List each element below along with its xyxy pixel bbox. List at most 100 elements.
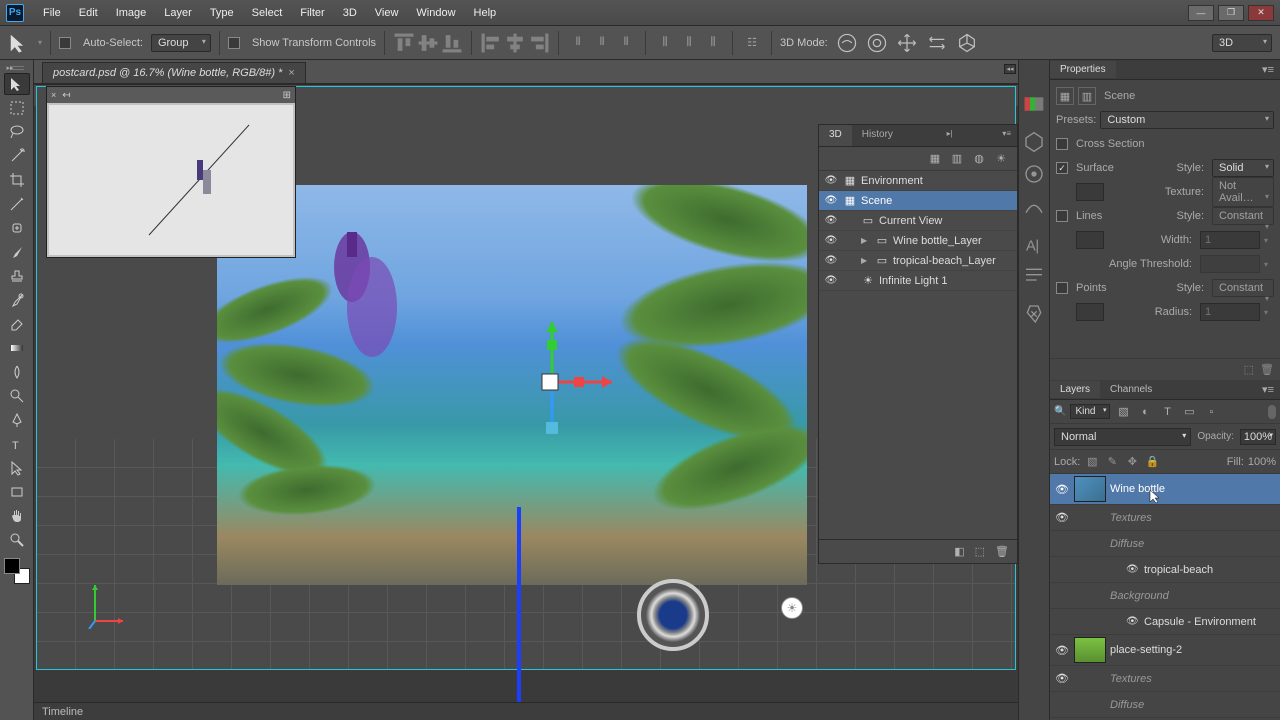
layer-textures-group-2[interactable]: 👁Textures	[1050, 666, 1280, 692]
close-tab-icon[interactable]: ×	[288, 67, 294, 79]
tab-layers[interactable]: Layers	[1050, 381, 1100, 398]
visibility-icon[interactable]: 👁	[823, 195, 839, 206]
visibility-icon[interactable]: 👁	[823, 255, 839, 266]
history-brush-tool[interactable]	[4, 289, 30, 311]
delete-icon[interactable]: 🗑	[995, 545, 1009, 558]
scene-item-tropical-beach[interactable]: 👁▶▭tropical-beach_Layer	[819, 251, 1017, 271]
lines-checkbox[interactable]	[1056, 210, 1068, 222]
menu-select[interactable]: Select	[243, 3, 292, 23]
dock-character-icon[interactable]: A|	[1022, 232, 1046, 256]
3d-rotate-icon[interactable]	[836, 32, 858, 54]
navigator-menu-icon[interactable]: ⊞	[283, 90, 291, 101]
fill-input[interactable]: 100%	[1248, 456, 1276, 468]
tab-3d[interactable]: 3D	[819, 125, 852, 146]
auto-select-dropdown[interactable]: Group	[151, 34, 211, 52]
scene-item-scene[interactable]: 👁▦Scene	[819, 191, 1017, 211]
visibility-icon[interactable]: 👁	[1126, 616, 1138, 627]
width-input[interactable]: 1	[1200, 231, 1260, 249]
dock-styles-icon[interactable]	[1022, 194, 1046, 218]
scene-item-environment[interactable]: 👁▦Environment	[819, 171, 1017, 191]
surface-color-swatch[interactable]	[1076, 183, 1104, 201]
render-settings-icon[interactable]: ⬚	[1244, 363, 1254, 376]
panel-collapse-icon[interactable]: ▸|	[941, 125, 959, 146]
distribute-bottom-icon[interactable]: ⫴	[615, 32, 637, 54]
filter-shape-icon[interactable]: ▭	[1180, 403, 1198, 421]
lock-all-icon[interactable]: 🔒	[1144, 454, 1160, 470]
tab-properties[interactable]: Properties	[1050, 61, 1116, 78]
new-light-icon[interactable]: ◧	[954, 545, 964, 558]
3d-drag-icon[interactable]	[896, 32, 918, 54]
3d-roll-icon[interactable]	[866, 32, 888, 54]
layer-background-group[interactable]: Background	[1050, 583, 1280, 609]
distribute-right-icon[interactable]: ⫼	[702, 32, 724, 54]
angle-input[interactable]	[1200, 255, 1260, 273]
auto-select-checkbox[interactable]	[59, 37, 71, 49]
dock-paragraph-icon[interactable]	[1022, 264, 1046, 288]
menu-image[interactable]: Image	[107, 3, 156, 23]
menu-edit[interactable]: Edit	[70, 3, 107, 23]
filter-mesh-icon[interactable]: ▥	[949, 151, 965, 167]
3d-move-gizmo[interactable]	[502, 312, 622, 452]
visibility-icon[interactable]: 👁	[1054, 644, 1070, 657]
menu-layer[interactable]: Layer	[155, 3, 201, 23]
scene-item-wine-bottle[interactable]: 👁▶▭Wine bottle_Layer	[819, 231, 1017, 251]
menu-view[interactable]: View	[366, 3, 408, 23]
gradient-tool[interactable]	[4, 337, 30, 359]
layer-place-setting[interactable]: 👁 place-setting-2	[1050, 635, 1280, 666]
wand-tool[interactable]	[4, 145, 30, 167]
world-axis-icon[interactable]	[87, 579, 127, 629]
points-checkbox[interactable]	[1056, 282, 1068, 294]
align-bottom-icon[interactable]	[441, 32, 463, 54]
tab-history[interactable]: History	[852, 125, 903, 146]
layer-tropical-beach[interactable]: 👁tropical-beach	[1050, 557, 1280, 583]
align-left-icon[interactable]	[480, 32, 502, 54]
filter-type-icon[interactable]: T	[1158, 403, 1176, 421]
type-tool[interactable]: T	[4, 433, 30, 455]
lines-style-dropdown[interactable]: Constant	[1212, 207, 1274, 225]
hand-tool[interactable]	[4, 505, 30, 527]
stamp-tool[interactable]	[4, 265, 30, 287]
lasso-tool[interactable]	[4, 121, 30, 143]
filter-pixel-icon[interactable]: ▧	[1114, 403, 1132, 421]
dock-swatches-icon[interactable]	[1022, 130, 1046, 154]
menu-window[interactable]: Window	[407, 3, 464, 23]
visibility-icon[interactable]: 👁	[1126, 564, 1138, 575]
path-select-tool[interactable]	[4, 457, 30, 479]
panel-menu-icon[interactable]: ▾≡	[996, 125, 1017, 146]
pen-tool[interactable]	[4, 409, 30, 431]
lines-color-swatch[interactable]	[1076, 231, 1104, 249]
layer-wine-bottle[interactable]: 👁 Wine bottle	[1050, 474, 1280, 505]
presets-dropdown[interactable]: Custom	[1100, 111, 1274, 129]
3d-slide-icon[interactable]	[926, 32, 948, 54]
visibility-icon[interactable]: 👁	[823, 215, 839, 226]
blur-tool[interactable]	[4, 361, 30, 383]
menu-3d[interactable]: 3D	[334, 3, 366, 23]
filter-scene-icon[interactable]: ▦	[927, 151, 943, 167]
close-button[interactable]: ✕	[1248, 5, 1274, 21]
tab-channels[interactable]: Channels	[1100, 381, 1162, 398]
timeline-panel-tab[interactable]: Timeline	[34, 702, 1018, 720]
layer-thumbnail[interactable]	[1074, 637, 1106, 663]
light-control-icon[interactable]: ☀	[781, 597, 803, 619]
radius-input[interactable]: 1	[1200, 303, 1260, 321]
layer-thumbnail[interactable]	[1074, 476, 1106, 502]
move-tool-indicator-icon[interactable]	[8, 32, 30, 54]
dock-color-icon[interactable]	[1022, 92, 1046, 116]
auto-align-icon[interactable]: ☷	[741, 32, 763, 54]
3d-view-dropdown[interactable]: 3D	[1212, 34, 1272, 52]
zoom-tool[interactable]	[4, 529, 30, 551]
visibility-icon[interactable]: 👁	[1054, 511, 1070, 524]
blend-mode-dropdown[interactable]: Normal	[1054, 428, 1191, 446]
eyedropper-tool[interactable]	[4, 193, 30, 215]
visibility-icon[interactable]: 👁	[823, 175, 839, 186]
crop-tool[interactable]	[4, 169, 30, 191]
filter-adjust-icon[interactable]: ◐	[1136, 403, 1154, 421]
filter-toggle[interactable]	[1268, 405, 1276, 419]
align-vcenter-icon[interactable]	[417, 32, 439, 54]
surface-style-dropdown[interactable]: Solid	[1212, 159, 1274, 177]
opacity-input[interactable]: 100%	[1240, 429, 1276, 445]
align-right-icon[interactable]	[528, 32, 550, 54]
wine-bottle-3d[interactable]	[327, 227, 407, 397]
points-style-dropdown[interactable]: Constant	[1212, 279, 1274, 297]
menu-file[interactable]: File	[34, 3, 70, 23]
